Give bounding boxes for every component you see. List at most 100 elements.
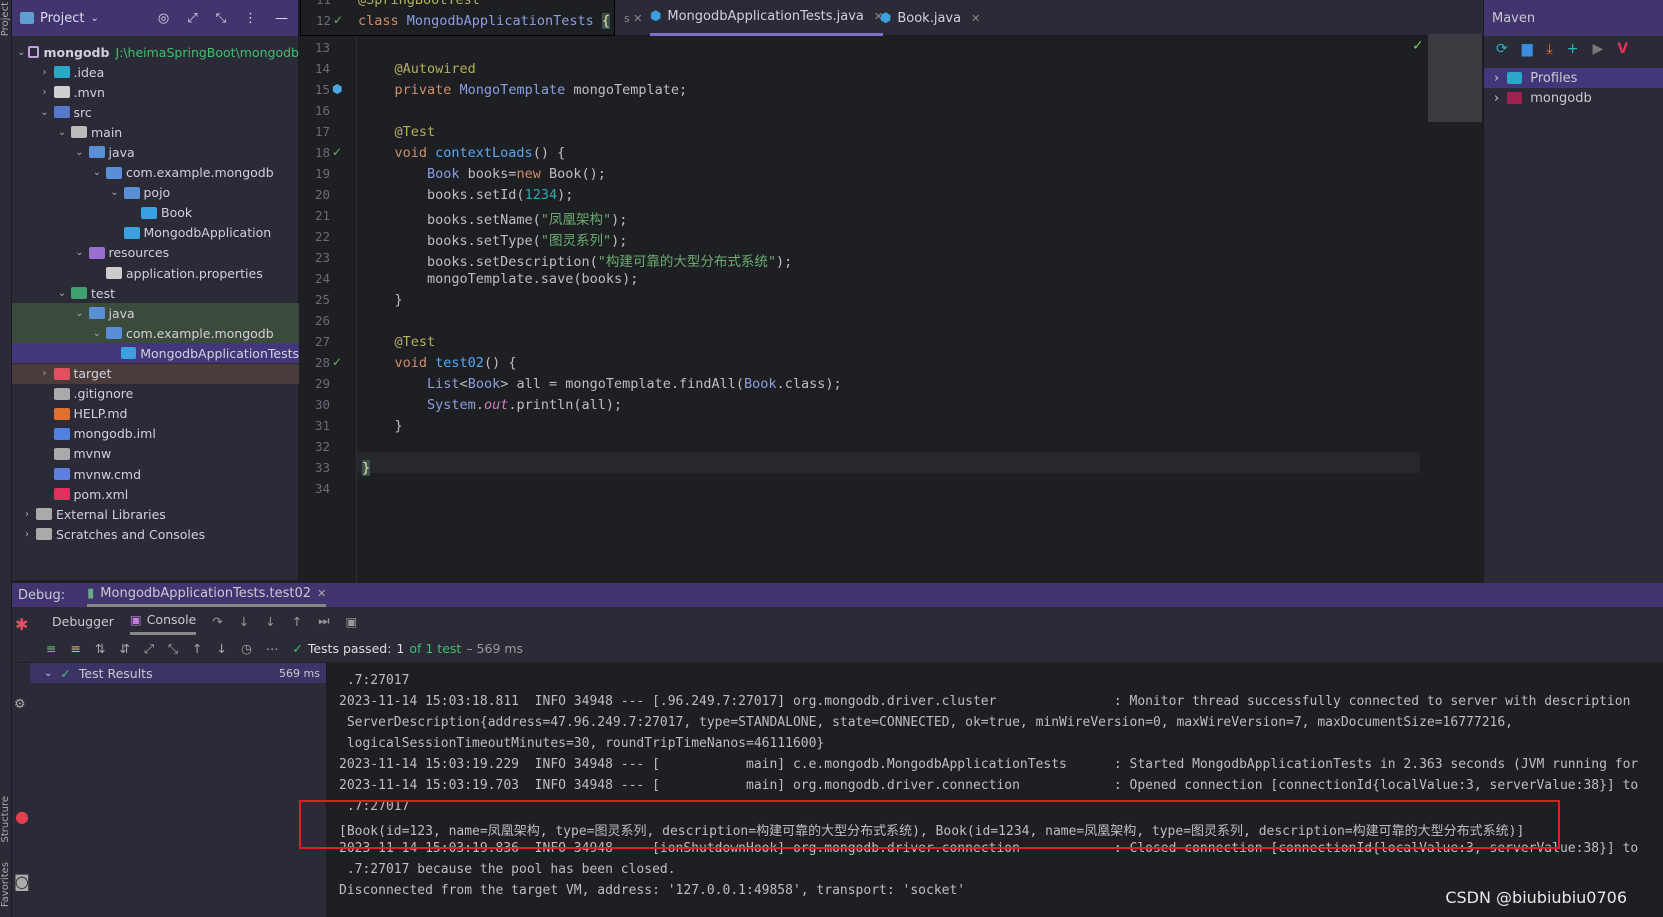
sort-alpha-icon[interactable]: ⇅	[95, 641, 105, 656]
tree-item[interactable]: › Scratches and Consoles	[12, 524, 299, 544]
debug-session-tab[interactable]: ▮ MongodbApplicationTests.test02 ✕	[87, 583, 327, 607]
tab-book[interactable]: ⬢ Book.java ✕	[880, 0, 980, 36]
breakpoints-icon[interactable]: ●	[15, 807, 29, 826]
favorites-tool-tab[interactable]: Favorites	[0, 862, 11, 907]
more-icon[interactable]: ⋮	[244, 11, 257, 26]
run-to-cursor-icon[interactable]: ⏭	[318, 613, 329, 629]
camera-icon[interactable]: ◙	[14, 872, 30, 891]
chevron-down-icon[interactable]: ⌄	[73, 247, 87, 258]
tab-close-partial[interactable]: s ✕	[620, 0, 642, 36]
sort-duration-icon[interactable]: ⇵	[119, 641, 129, 656]
tree-item[interactable]: ⌄ com.example.mongodb	[12, 323, 299, 344]
maven-item[interactable]: › mongodb	[1484, 88, 1663, 108]
chevron-down-icon[interactable]: ⌄	[73, 308, 87, 319]
expand-icon[interactable]: ⤢	[144, 641, 154, 657]
tree-item[interactable]: ⌄ src	[12, 102, 299, 122]
chevron-down-icon[interactable]: ⌄	[90, 13, 98, 24]
chevron-down-icon[interactable]: ⌄	[55, 127, 69, 138]
chevron-down-icon[interactable]: ⌄	[73, 147, 87, 158]
tree-item[interactable]: pom.xml	[12, 484, 299, 504]
tree-item[interactable]: application.properties	[12, 263, 299, 283]
chevron-down-icon[interactable]: ⌄	[17, 47, 26, 58]
file-icon	[53, 367, 70, 380]
expand-all-icon[interactable]: ⤢	[187, 11, 197, 26]
run-test-icon[interactable]: ✓	[332, 355, 342, 369]
download-icon[interactable]: ⤓	[1547, 41, 1553, 57]
chevron-down-icon[interactable]: ⌄	[90, 328, 104, 339]
next-icon[interactable]: ↓	[216, 641, 226, 656]
tree-item[interactable]: › .idea	[12, 62, 299, 82]
tree-item[interactable]: › target	[12, 363, 299, 384]
show-ignored-icon[interactable]: ≡	[70, 641, 80, 656]
tree-item[interactable]: ⌄ main	[12, 122, 299, 142]
tree-item[interactable]: .gitignore	[12, 384, 299, 404]
minimap-viewport[interactable]	[1428, 34, 1482, 122]
structure-tool-tab[interactable]: Structure	[0, 796, 11, 843]
tree-item[interactable]: Book	[12, 203, 299, 223]
tree-item[interactable]: MongodbApplicationTests	[12, 343, 299, 364]
close-icon[interactable]: ✕	[971, 12, 980, 25]
collapse-all-icon[interactable]: ⤡	[216, 11, 226, 26]
chevron-down-icon[interactable]: ⌄	[108, 187, 122, 198]
tree-item[interactable]: ⌄ test	[12, 283, 299, 303]
prev-icon[interactable]: ↑	[192, 641, 202, 656]
history-icon[interactable]: ◷	[241, 641, 252, 656]
project-tool-tab[interactable]: Project	[0, 2, 11, 36]
evaluate-icon[interactable]: ▣	[346, 614, 358, 629]
chevron-right-icon[interactable]: ›	[38, 368, 52, 379]
tree-item-label: MongodbApplicationTests	[140, 345, 299, 361]
chevron-right-icon[interactable]: ›	[38, 67, 52, 78]
step-into-icon[interactable]: ↓	[239, 614, 249, 629]
chevron-down-icon[interactable]: ⌄	[55, 288, 69, 299]
generate-sources-icon[interactable]: ▆	[1522, 41, 1533, 57]
tests-passed-label: Tests passed:	[307, 641, 392, 656]
tree-item[interactable]: mvnw	[12, 444, 299, 464]
tree-item[interactable]: HELP.md	[12, 404, 299, 424]
tree-root[interactable]: ⌄ mongodb J:\heimaSpringBoot\mongodb	[12, 42, 299, 62]
more-icon[interactable]: ⋯	[266, 641, 279, 656]
run-test-icon[interactable]: ✓	[332, 145, 342, 159]
tab-console[interactable]: ▣ Console	[129, 607, 197, 635]
bean-icon[interactable]: ⬢	[332, 82, 342, 96]
tree-item[interactable]: ⌄ com.example.mongodb	[12, 163, 299, 183]
close-icon[interactable]: ✕	[317, 587, 326, 600]
console-output[interactable]: .7:27017 2023-11-14 15:03:18.811 INFO 349…	[327, 663, 1663, 917]
chevron-down-icon[interactable]: ⌄	[38, 107, 52, 118]
collapse-icon[interactable]: ⤡	[168, 641, 178, 657]
force-step-into-icon[interactable]: ↓	[265, 614, 275, 629]
chevron-right-icon[interactable]: ›	[20, 529, 34, 540]
run-icon[interactable]: ▶	[1592, 41, 1603, 57]
tree-item[interactable]: MongodbApplication	[12, 223, 299, 243]
chevron-right-icon[interactable]: ›	[1494, 71, 1499, 86]
settings-icon[interactable]: ⚙	[14, 697, 26, 712]
run-test-icon[interactable]: ✓	[333, 13, 343, 27]
locate-icon[interactable]: ◎	[158, 11, 169, 26]
maven-item[interactable]: › Profiles	[1484, 68, 1663, 88]
tree-item[interactable]: mvnw.cmd	[12, 464, 299, 484]
tree-item[interactable]: mongodb.iml	[12, 424, 299, 444]
step-out-icon[interactable]: ↑	[292, 614, 302, 629]
tab-tests[interactable]: ⬢ MongodbApplicationTests.java ✕	[650, 0, 884, 36]
tab-debugger[interactable]: Debugger	[52, 614, 114, 629]
reload-icon[interactable]: ⟳	[1496, 41, 1508, 57]
chevron-right-icon[interactable]: ›	[20, 509, 34, 520]
tree-item[interactable]: ⌄ resources	[12, 243, 299, 263]
chevron-down-icon[interactable]: ⌄	[90, 167, 104, 178]
tree-item[interactable]: › .mvn	[12, 82, 299, 102]
test-results-row[interactable]: ⌄ ✓ Test Results 569 ms	[30, 663, 326, 683]
add-icon[interactable]: +	[1567, 41, 1579, 57]
tree-item[interactable]: ⌄ java	[12, 142, 299, 162]
project-view-selector[interactable]: Project	[40, 11, 84, 26]
tree-item[interactable]: › External Libraries	[12, 504, 299, 524]
maven-goal-icon[interactable]: V	[1617, 41, 1628, 57]
tree-item[interactable]: ⌄ pojo	[12, 183, 299, 203]
minimize-icon[interactable]: —	[275, 11, 288, 26]
show-passed-icon[interactable]: ≡	[46, 641, 56, 656]
chevron-right-icon[interactable]: ›	[38, 87, 52, 98]
chevron-right-icon[interactable]: ›	[1494, 91, 1499, 106]
code-token: Book();	[548, 166, 606, 182]
chevron-down-icon[interactable]: ⌄	[44, 668, 52, 679]
tree-item[interactable]: ⌄ java	[12, 303, 299, 324]
step-over-icon[interactable]: ↷	[212, 614, 222, 629]
code-editor[interactable]	[300, 36, 1420, 583]
